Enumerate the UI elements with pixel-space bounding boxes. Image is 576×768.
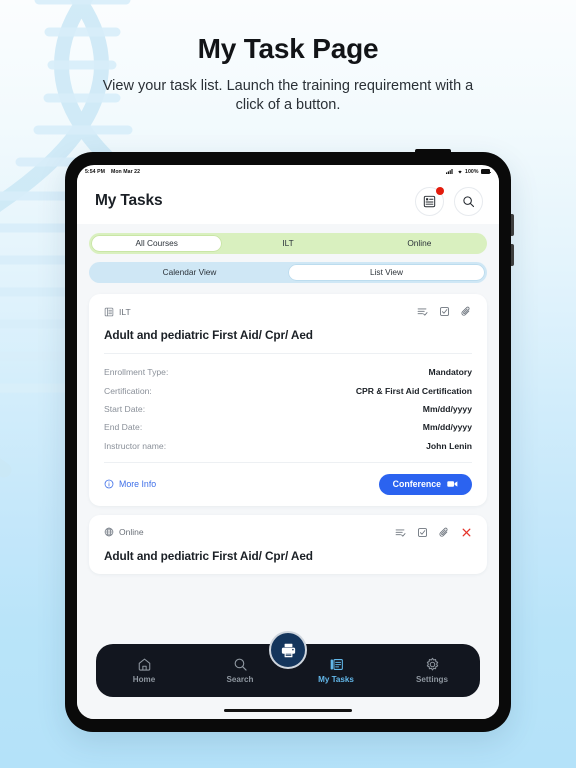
detail-key: Instructor name: (104, 440, 167, 451)
detail-value: Mandatory (428, 367, 472, 378)
close-x-icon[interactable] (461, 527, 472, 538)
task-card-footer: More Info Conference (104, 461, 472, 495)
search-icon (463, 195, 475, 207)
paperclip-icon[interactable] (461, 306, 472, 317)
view-list[interactable]: List View (288, 264, 485, 281)
task-type-label: Online (119, 527, 144, 538)
cellular-signal-icon (446, 169, 453, 174)
battery-percent: 100% (465, 168, 479, 175)
detail-row: Certification: CPR & First Aid Certifica… (104, 381, 472, 399)
detail-value: Mm/dd/yyyy (422, 422, 472, 433)
nav-item-home[interactable]: Home (96, 657, 192, 684)
search-icon (234, 658, 247, 671)
volume-up-button[interactable] (510, 214, 514, 236)
task-card[interactable]: ILT Adult and pediatric First Aid/ Cpr/ … (89, 294, 487, 506)
globe-icon (104, 528, 114, 537)
tablet-screen: 5:54 PM Mon Mar 22 100% My Tasks All Cou… (77, 165, 499, 719)
detail-key: Certification: (104, 385, 152, 396)
tablet-device-frame: 5:54 PM Mon Mar 22 100% My Tasks All Cou… (65, 149, 514, 732)
conference-button[interactable]: Conference (378, 473, 472, 495)
filter-online[interactable]: Online (354, 235, 485, 252)
home-indicator (224, 709, 352, 712)
task-type-label: ILT (119, 306, 131, 317)
nav-label-settings: Settings (416, 675, 448, 684)
print-fab-button[interactable] (269, 631, 307, 669)
app-title: My Tasks (95, 192, 163, 209)
bottom-navigation-area: Home Search My Tasks Settings (77, 631, 499, 719)
task-card[interactable]: Online Adult and pediatric First Aid/ Cp… (89, 514, 487, 574)
status-time: 5:54 PM (85, 168, 105, 175)
task-title: Adult and pediatric First Aid/ Cpr/ Aed (104, 328, 472, 354)
status-bar: 5:54 PM Mon Mar 22 100% (77, 165, 499, 178)
page-subtitle: View your task list. Launch the training… (102, 78, 474, 113)
task-title: Adult and pediatric First Aid/ Cpr/ Aed (104, 548, 313, 563)
detail-key: End Date: (104, 422, 143, 433)
nav-label-search: Search (226, 675, 254, 684)
detail-row: End Date: Mm/dd/yyyy (104, 418, 472, 436)
conference-label: Conference (392, 479, 441, 490)
filter-all-courses[interactable]: All Courses (91, 235, 223, 252)
more-info-label: More Info (119, 479, 157, 490)
list-document-button[interactable] (415, 186, 444, 216)
detail-value: CPR & First Aid Certification (355, 385, 472, 396)
nav-label-my-tasks: My Tasks (318, 675, 354, 684)
detail-value: Mm/dd/yyyy (422, 403, 472, 414)
clipboard-check-icon[interactable] (417, 527, 428, 538)
calendar-list-icon (104, 307, 114, 316)
clipboard-check-icon[interactable] (439, 306, 450, 317)
battery-icon (481, 169, 491, 174)
video-camera-icon (447, 481, 458, 488)
list-document-icon (423, 195, 436, 207)
wifi-icon (457, 170, 462, 174)
detail-key: Start Date: (104, 403, 146, 414)
view-calendar[interactable]: Calendar View (91, 264, 288, 281)
task-card-header: ILT (104, 306, 472, 317)
task-details: Enrollment Type: Mandatory Certification… (104, 354, 472, 455)
status-date: Mon Mar 22 (110, 168, 141, 175)
page-title: My Task Page (197, 33, 379, 64)
view-mode-toggle[interactable]: Calendar View List View (89, 262, 487, 283)
nav-item-settings[interactable]: Settings (384, 657, 480, 684)
gear-icon (426, 657, 438, 671)
detail-row: Enrollment Type: Mandatory (104, 363, 472, 381)
filter-ilt[interactable]: ILT (222, 235, 353, 252)
home-icon (138, 658, 150, 671)
detail-row: Start Date: Mm/dd/yyyy (104, 400, 472, 418)
nav-label-home: Home (132, 675, 156, 684)
list-check-icon[interactable] (417, 306, 428, 317)
task-card-header: Online (104, 527, 472, 538)
notification-badge-dot (436, 186, 444, 195)
tasks-document-icon (330, 659, 343, 670)
volume-down-button[interactable] (510, 244, 514, 266)
course-type-filter[interactable]: All Courses ILT Online (89, 233, 487, 254)
app-header: My Tasks (77, 178, 499, 224)
promo-header: My Task Page View your task list. Launch… (0, 33, 576, 115)
paperclip-icon[interactable] (439, 527, 450, 538)
power-button[interactable] (415, 149, 451, 153)
detail-key: Enrollment Type: (104, 367, 169, 378)
list-check-icon[interactable] (395, 527, 406, 538)
detail-value: John Lenin (426, 440, 472, 451)
more-info-link[interactable]: More Info (104, 479, 156, 489)
detail-row: Instructor name: John Lenin (104, 437, 472, 455)
info-circle-icon (104, 479, 114, 489)
search-button[interactable] (454, 186, 483, 216)
printer-icon (281, 643, 295, 657)
